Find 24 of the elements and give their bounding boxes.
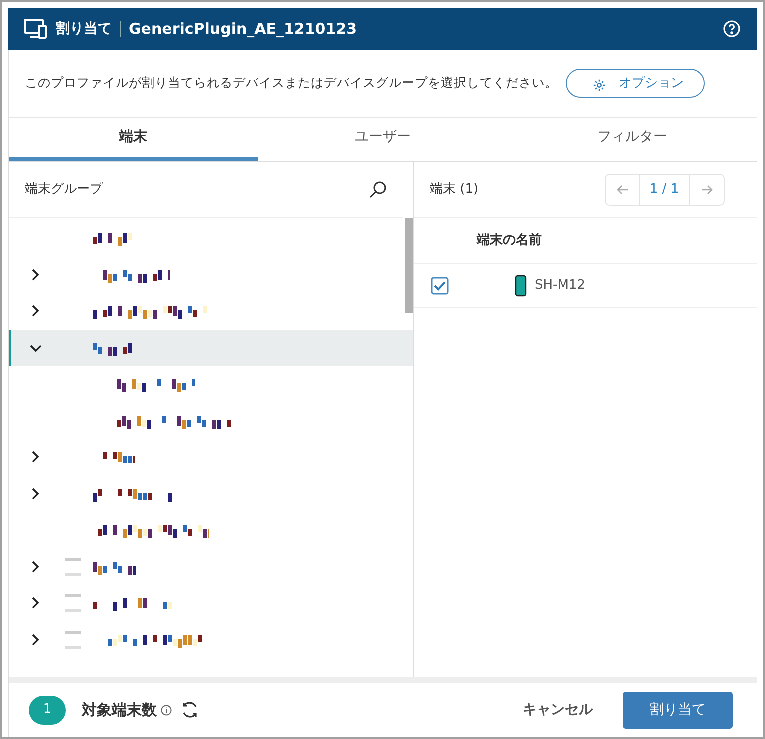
options-button[interactable]: オプション [566, 68, 705, 98]
help-icon[interactable] [723, 20, 741, 38]
count-label: 対象端末数 [82, 700, 157, 721]
profile-name: GenericPlugin_AE_1210123 [129, 18, 358, 40]
right-arrow-icon [701, 184, 713, 194]
left-arrow-icon [616, 184, 628, 194]
instruction-text: このプロファイルが割り当てられるデバイスまたはデバイスグループを選択してください。 [25, 74, 558, 92]
search-icon[interactable] [369, 180, 387, 198]
refresh-icon[interactable] [180, 700, 200, 720]
checkbox[interactable] [431, 276, 449, 294]
column-header: 端末の名前 [477, 232, 542, 250]
page-indicator: 1 / 1 [640, 174, 690, 204]
gear-icon [593, 78, 606, 92]
pixelated-label [93, 230, 133, 246]
phone-icon [515, 274, 527, 296]
panel-title: 端末 (1) [430, 180, 479, 199]
device-icon [24, 19, 48, 39]
device-name: SH-M12 [535, 276, 586, 295]
scrollbar[interactable] [405, 218, 413, 313]
panel-title: 端末グループ [25, 180, 103, 199]
count-badge: 1 [29, 696, 66, 724]
assign-button[interactable]: 割り当て [623, 692, 733, 728]
info-icon[interactable] [161, 704, 172, 716]
window-title: 割り当て [56, 20, 112, 38]
